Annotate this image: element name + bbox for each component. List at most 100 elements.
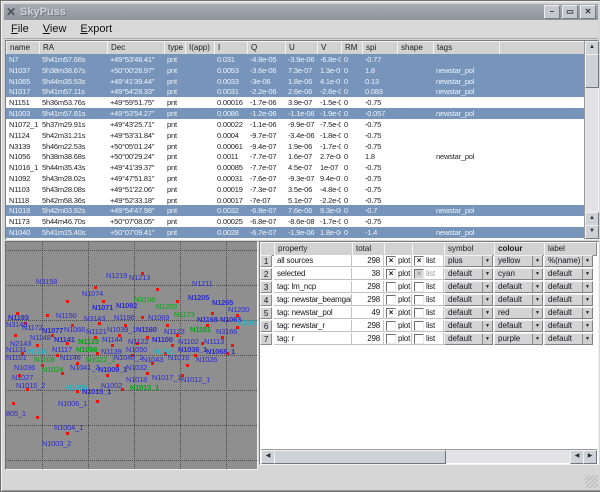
- source-label[interactable]: N1040_2: [114, 354, 143, 362]
- source-label[interactable]: N1172: [22, 324, 43, 332]
- source-label[interactable]: N1024: [42, 366, 63, 374]
- symbol-dropdown[interactable]: default▼: [444, 268, 493, 280]
- column-header-spi[interactable]: spi: [362, 41, 399, 55]
- source-label[interactable]: N1196: [114, 314, 135, 322]
- table-row[interactable]: N1072_15h37m29.91s+49°43'25.71"pnt0.0002…: [6, 119, 585, 130]
- source-label[interactable]: N1205: [188, 294, 209, 302]
- list-checkbox[interactable]: [414, 321, 424, 331]
- minimize-button[interactable]: –: [544, 5, 560, 19]
- table-row[interactable]: N31395h46m22.53s+50°05'01.24"pnt0.00061-…: [6, 141, 585, 152]
- table-row[interactable]: N11185h42m58.36s+49°52'33.18"pnt0.00017-…: [6, 195, 585, 206]
- colour-dropdown[interactable]: default▼: [494, 281, 543, 293]
- symbol-dropdown[interactable]: default▼: [444, 307, 493, 319]
- plot-checkbox[interactable]: [386, 295, 396, 305]
- source-label[interactable]: N1148: [30, 334, 51, 342]
- scroll-right-icon[interactable]: ▶: [583, 450, 597, 464]
- label-dropdown[interactable]: default▼: [544, 320, 593, 332]
- hscroll-thumb[interactable]: [274, 450, 446, 464]
- list-checkbox[interactable]: [414, 334, 424, 344]
- source-label[interactable]: N1015_2: [16, 382, 45, 390]
- source-label[interactable]: N1144: [102, 336, 123, 344]
- symbol-dropdown[interactable]: default▼: [444, 333, 493, 345]
- source-label[interactable]: N1036: [14, 364, 35, 372]
- source-label[interactable]: N1161: [237, 319, 258, 327]
- prop-header-col3[interactable]: [384, 242, 415, 256]
- source-label[interactable]: N1003_2: [42, 440, 71, 448]
- source-label[interactable]: N1013_1: [130, 384, 159, 392]
- source-label[interactable]: N3166: [216, 328, 237, 336]
- colour-dropdown[interactable]: default▼: [494, 294, 543, 306]
- source-label[interactable]: N1190: [56, 312, 77, 320]
- menu-export[interactable]: Export: [73, 21, 119, 37]
- source-label[interactable]: N1168: [197, 316, 218, 324]
- source-label[interactable]: N1108: [34, 356, 55, 364]
- source-label[interactable]: N1101: [6, 354, 27, 362]
- table-row[interactable]: N10175h41m57.11s+49°54'28.33"pnt0.0031-2…: [6, 86, 585, 97]
- source-label[interactable]: N1017_1: [152, 374, 181, 382]
- colour-dropdown[interactable]: yellow▼: [494, 255, 543, 267]
- vscroll-thumb[interactable]: [585, 54, 599, 88]
- source-label[interactable]: N1113: [204, 338, 224, 346]
- table-row[interactable]: N1016_15h44m35.43s+49°41'39.37"pnt0.0008…: [6, 162, 585, 173]
- menu-file[interactable]: File: [4, 21, 36, 37]
- prop-header-symbol[interactable]: symbol: [444, 242, 497, 256]
- property-row[interactable]: 5tag: newstar_pol49×plotlistdefault▼red▼…: [260, 307, 594, 320]
- label-dropdown[interactable]: default▼: [544, 333, 593, 345]
- column-header-type[interactable]: type: [164, 41, 187, 55]
- source-label[interactable]: N1015_1: [82, 388, 111, 396]
- symbol-dropdown[interactable]: default▼: [444, 294, 493, 306]
- column-header-shape[interactable]: shape: [397, 41, 435, 55]
- source-label[interactable]: N1092: [116, 302, 137, 310]
- source-label[interactable]: N1026: [196, 356, 217, 364]
- label-dropdown[interactable]: default▼: [544, 268, 593, 280]
- prop-header-property[interactable]: property: [274, 242, 355, 256]
- source-label[interactable]: N1006_1: [58, 400, 87, 408]
- column-header-ra[interactable]: RA: [39, 41, 109, 55]
- source-label[interactable]: N1041_2: [70, 364, 99, 372]
- source-label[interactable]: N1032: [126, 364, 147, 372]
- source-label[interactable]: N1211: [192, 280, 213, 288]
- plot-checkbox[interactable]: [386, 321, 396, 331]
- source-label[interactable]: N1074: [82, 290, 103, 298]
- source-table-vscrollbar[interactable]: ▲ ▲ ▼: [584, 41, 598, 239]
- label-dropdown[interactable]: default▼: [544, 281, 593, 293]
- table-row[interactable]: N10925h43m28.02s+49°47'51.81"pnt0.00031-…: [6, 173, 585, 184]
- plot-checkbox[interactable]: ×: [386, 308, 396, 318]
- list-checkbox[interactable]: [414, 308, 424, 318]
- source-label[interactable]: N1173: [174, 311, 195, 319]
- source-label[interactable]: N1160: [136, 326, 157, 334]
- source-label[interactable]: N1009_1: [98, 366, 127, 374]
- sky-plot[interactable]: N3158N1219N1213N1211N1074N3156N1205N1265…: [5, 241, 258, 470]
- property-row[interactable]: 4tag: newstar_beamgain298plotlistdefault…: [260, 294, 594, 307]
- table-row[interactable]: N10185h42m03.92s+49°54'47.98"pnt0.0032-6…: [6, 205, 585, 216]
- list-checkbox[interactable]: [414, 282, 424, 292]
- column-header-v[interactable]: V: [317, 41, 343, 55]
- source-label[interactable]: N1004_1: [54, 424, 83, 432]
- source-label[interactable]: N1141: [54, 336, 75, 344]
- source-label[interactable]: N1066: [64, 326, 85, 334]
- source-label[interactable]: N1219: [106, 272, 127, 280]
- table-row[interactable]: N10405h41m15.40s+50°07'09.41"pnt0.0028-6…: [6, 227, 585, 238]
- close-button[interactable]: ✕: [580, 5, 596, 19]
- source-label[interactable]: 805_1: [6, 410, 26, 418]
- source-label[interactable]: N1071: [92, 304, 113, 312]
- prop-header-total[interactable]: total: [352, 242, 387, 256]
- title-bar[interactable]: ✕ SkyPuss –▭✕: [4, 4, 598, 20]
- scroll-left2-icon[interactable]: ◀: [570, 450, 584, 464]
- symbol-dropdown[interactable]: plus▼: [444, 255, 493, 267]
- list-checkbox[interactable]: [414, 295, 424, 305]
- symbol-dropdown[interactable]: default▼: [444, 320, 493, 332]
- maximize-button[interactable]: ▭: [562, 5, 578, 19]
- source-label[interactable]: N1146: [60, 354, 81, 362]
- source-label[interactable]: N1181: [190, 326, 211, 334]
- label-dropdown[interactable]: default▼: [544, 294, 593, 306]
- menu-view[interactable]: View: [36, 21, 74, 37]
- source-label[interactable]: N1213: [129, 274, 150, 282]
- colour-dropdown[interactable]: default▼: [494, 320, 543, 332]
- source-label[interactable]: N1200: [228, 306, 249, 314]
- column-header-name[interactable]: name: [6, 41, 41, 55]
- property-row[interactable]: 2selected38×plot×listdefault▼cyan▼defaul…: [260, 268, 594, 281]
- scroll-up-icon[interactable]: ▲: [585, 41, 599, 55]
- table-row[interactable]: N11245h42m31.21s+49°53'31.84"pnt0.0004-9…: [6, 130, 585, 141]
- colour-dropdown[interactable]: red▼: [494, 307, 543, 319]
